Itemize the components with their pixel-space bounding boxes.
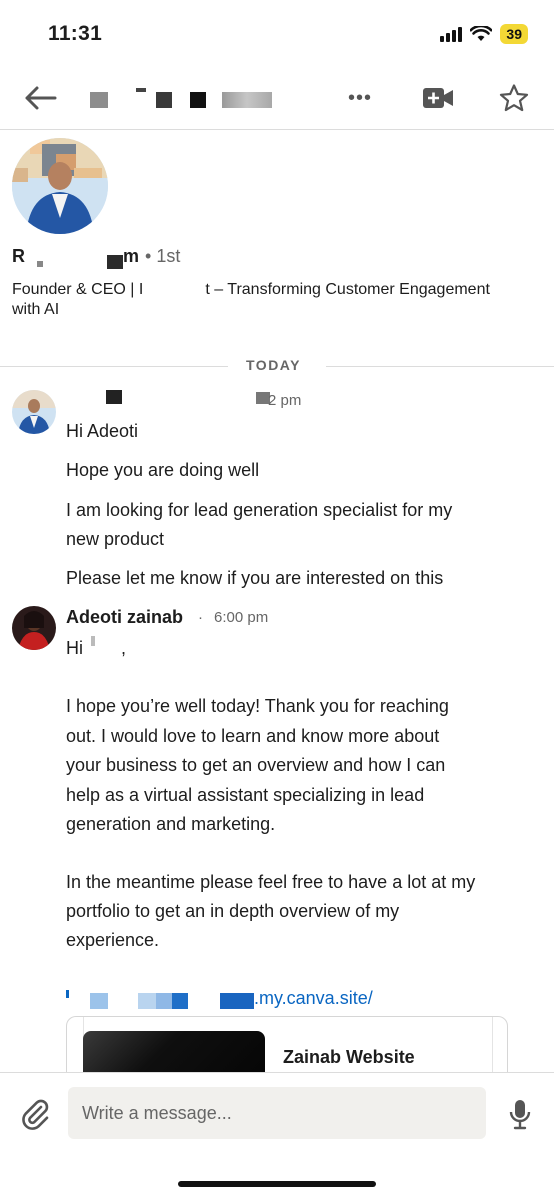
- contact-photo: [12, 138, 108, 234]
- message-text: Hope you are doing well: [66, 460, 260, 480]
- day-divider-label: TODAY: [246, 357, 301, 373]
- message-text: new product: [66, 529, 165, 549]
- message-text: out. I would love to learn and know more…: [66, 726, 440, 746]
- message-time: 2 pm: [268, 392, 302, 409]
- sender-avatar[interactable]: [12, 390, 56, 434]
- conversation-header: •••: [0, 70, 554, 130]
- contact-name-end[interactable]: m: [123, 246, 139, 267]
- voice-message-button[interactable]: [498, 1093, 542, 1135]
- message-text: experience.: [66, 930, 160, 950]
- sender-photo: [12, 606, 56, 650]
- message-time: 6:00 pm: [214, 609, 269, 626]
- portfolio-link[interactable]: .my.canva.site/: [66, 984, 466, 1014]
- home-indicator: [178, 1181, 376, 1187]
- message-text: help as a virtual assistant specializing…: [66, 785, 425, 805]
- message-text: In the meantime please feel free to have…: [66, 872, 476, 892]
- star-button[interactable]: [494, 80, 534, 116]
- message-text: your business to get an overview and how…: [66, 755, 446, 775]
- status-indicators: 39: [440, 24, 528, 44]
- headline-line-2: with AI: [12, 301, 60, 318]
- contact-name-row: R m • 1st: [12, 245, 181, 269]
- contact-avatar[interactable]: [12, 138, 108, 234]
- message-text: I am looking for lead generation special…: [66, 500, 453, 520]
- wifi-icon: [470, 26, 493, 41]
- microphone-icon: [509, 1100, 531, 1130]
- message-text: Hi Adeoti: [66, 421, 139, 441]
- status-time: 11:31: [48, 22, 103, 45]
- sender-name-redacted: [66, 388, 286, 408]
- video-camera-icon: [423, 88, 453, 108]
- message-text: generation and marketing.: [66, 814, 276, 834]
- contact-headline: Founder & CEO | It – Transforming Custom…: [12, 280, 542, 320]
- back-button[interactable]: [20, 80, 60, 116]
- sender-avatar[interactable]: [12, 606, 56, 650]
- more-options-button[interactable]: •••: [340, 84, 380, 112]
- message-text: portfolio to get an in depth overview of…: [66, 901, 400, 921]
- video-call-button[interactable]: [418, 82, 458, 114]
- contact-name-start[interactable]: R: [12, 246, 25, 267]
- link-preview-title: Zainab Website: [283, 1047, 415, 1067]
- status-bar: 11:31 39: [0, 0, 554, 70]
- star-outline-icon: [499, 84, 529, 112]
- message-greeting: Hi,: [66, 636, 127, 658]
- headline-line-1: Founder & CEO | It – Transforming Custom…: [12, 281, 490, 298]
- message-input[interactable]: [68, 1087, 486, 1139]
- contact-name-redacted[interactable]: [78, 88, 278, 110]
- name-redaction: [25, 245, 123, 269]
- sender-photo: [12, 390, 56, 434]
- time-separator: ·: [198, 609, 203, 626]
- battery-indicator: 39: [500, 24, 528, 44]
- sender-name[interactable]: Adeoti zainab: [66, 607, 183, 628]
- message-composer: [0, 1072, 554, 1200]
- portfolio-link-text: .my.canva.site/: [254, 988, 373, 1008]
- paperclip-icon: [22, 1099, 49, 1130]
- attach-button[interactable]: [14, 1093, 56, 1135]
- message-text: Please let me know if you are interested…: [66, 568, 444, 588]
- connection-degree: • 1st: [145, 245, 181, 266]
- cellular-signal-icon: [440, 26, 463, 42]
- arrow-left-icon: [25, 86, 57, 110]
- message-text: I hope you’re well today! Thank you for …: [66, 696, 449, 716]
- day-divider: TODAY: [0, 356, 554, 376]
